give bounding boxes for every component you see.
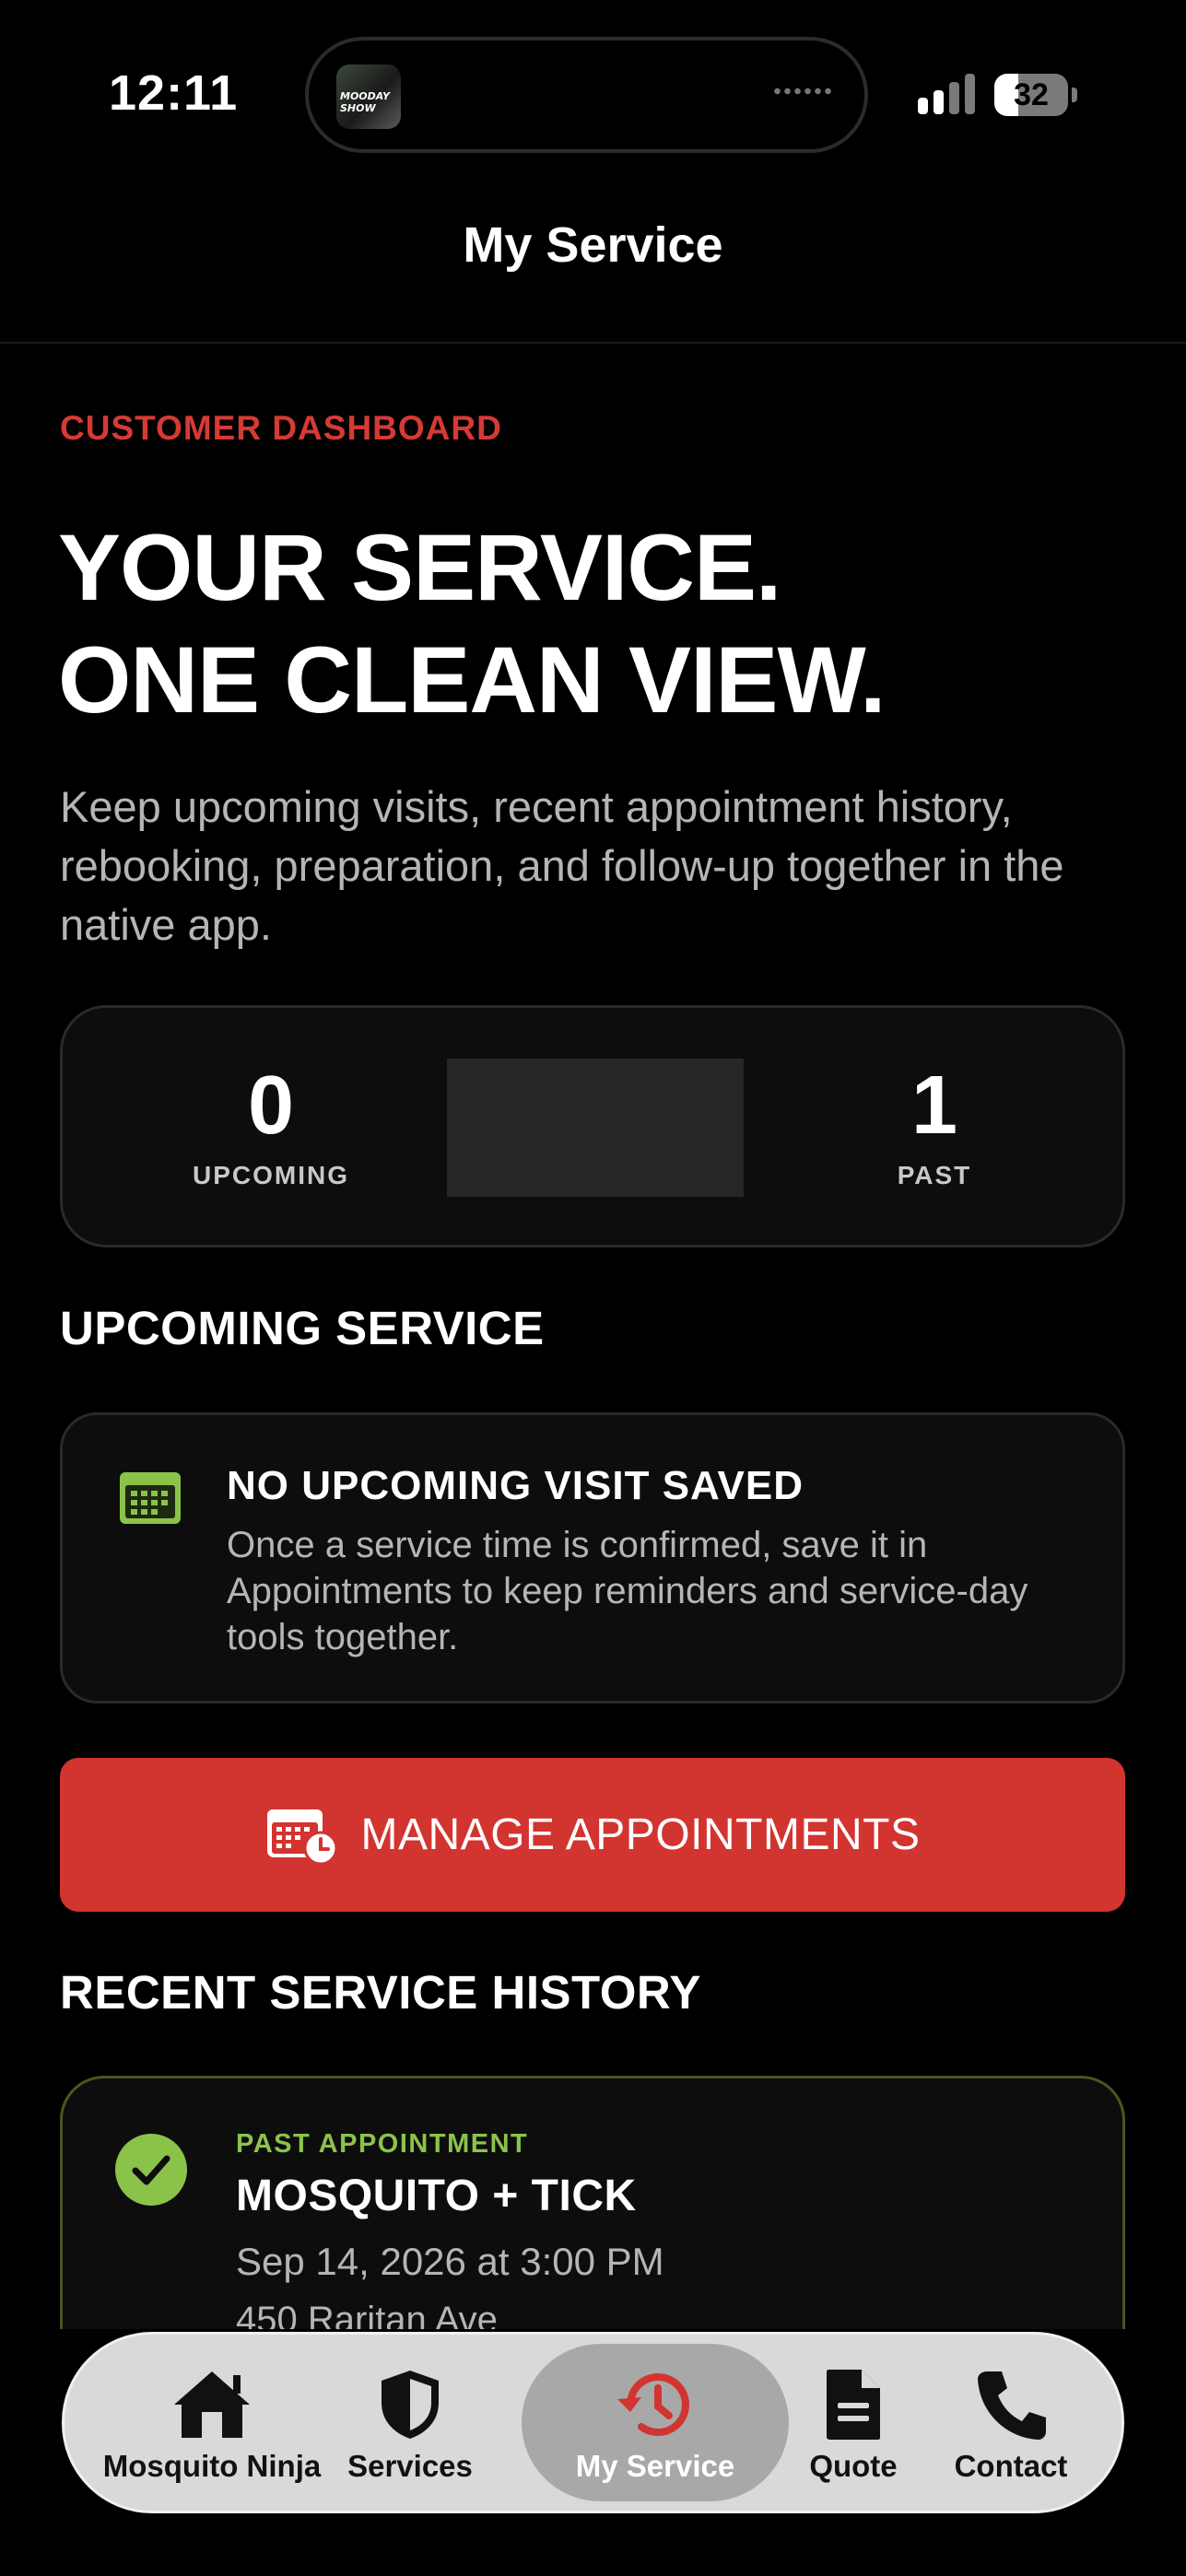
- checkmark-circle-icon: [115, 2134, 187, 2206]
- upcoming-empty-card: NO UPCOMING VISIT SAVED Once a service t…: [60, 1412, 1125, 1704]
- tab-quote[interactable]: Quote: [789, 2335, 918, 2511]
- calendar-icon: [120, 1472, 181, 1524]
- tab-mosquito-ninja[interactable]: Mosquito Ninja: [101, 2335, 323, 2511]
- tab-mosquito-ninja-label: Mosquito Ninja: [102, 2449, 322, 2483]
- stat-past-value: 1: [910, 1060, 958, 1152]
- hero-headline: YOUR SERVICE. ONE CLEAN VIEW.: [58, 511, 886, 736]
- headline-line-2: ONE CLEAN VIEW.: [58, 627, 886, 732]
- tab-services-label: Services: [347, 2449, 473, 2483]
- battery-icon: 32: [994, 74, 1077, 116]
- manage-appointments-label: MANAGE APPOINTMENTS: [360, 1810, 921, 1859]
- header-divider: [0, 342, 1186, 344]
- upcoming-section-title: UPCOMING SERVICE: [60, 1302, 545, 1354]
- empty-state-title: NO UPCOMING VISIT SAVED: [227, 1463, 804, 1508]
- stat-past: 1 PAST: [796, 1063, 1073, 1190]
- tab-services[interactable]: Services: [336, 2335, 484, 2511]
- hero-intro: Keep upcoming visits, recent appointment…: [60, 782, 1064, 949]
- house-icon: [174, 2371, 250, 2438]
- tab-my-service[interactable]: My Service: [522, 2344, 789, 2501]
- stat-upcoming: 0 UPCOMING: [133, 1063, 409, 1190]
- manage-appointments-button[interactable]: MANAGE APPOINTMENTS: [60, 1758, 1125, 1912]
- tab-quote-label: Quote: [809, 2449, 898, 2483]
- phone-icon: [978, 2371, 1046, 2440]
- history-section-title: RECENT SERVICE HISTORY: [60, 1966, 701, 2019]
- document-icon: [827, 2370, 880, 2440]
- history-clock-icon: [617, 2373, 689, 2436]
- history-item-date: Sep 14, 2026 at 3:00 PM: [236, 2240, 664, 2283]
- history-item-status: PAST APPOINTMENT: [236, 2129, 529, 2159]
- headline-line-1: YOUR SERVICE.: [58, 515, 781, 620]
- calendar-clock-icon: [266, 1809, 337, 1865]
- cellular-signal-icon: [918, 74, 977, 114]
- stat-upcoming-value: 0: [247, 1060, 295, 1152]
- tab-contact[interactable]: Contact: [933, 2335, 1089, 2511]
- status-bar: 12:11 MOODAY SHOW 32: [0, 0, 1186, 184]
- battery-level: 32: [1014, 77, 1049, 112]
- history-item-title: MOSQUITO + TICK: [236, 2172, 637, 2220]
- now-playing-artwork: MOODAY SHOW: [336, 64, 401, 129]
- stats-card: 0 UPCOMING 1 PAST: [60, 1005, 1125, 1247]
- stat-upcoming-label: UPCOMING: [193, 1161, 349, 1189]
- page-title: My Service: [463, 217, 723, 273]
- empty-state-text: Once a service time is confirmed, save i…: [227, 1525, 1028, 1657]
- tab-my-service-label: My Service: [575, 2449, 735, 2483]
- stat-placeholder: [447, 1059, 744, 1197]
- dynamic-island[interactable]: MOODAY SHOW: [305, 37, 868, 153]
- tab-bar: Mosquito Ninja Services My Service Quote…: [62, 2332, 1124, 2513]
- stat-past-label: PAST: [897, 1161, 972, 1189]
- status-time: 12:11: [109, 65, 239, 121]
- audio-waveform-icon: [772, 85, 831, 98]
- dashboard-eyebrow: CUSTOMER DASHBOARD: [60, 409, 502, 447]
- shield-icon: [382, 2371, 439, 2439]
- tab-contact-label: Contact: [954, 2449, 1068, 2483]
